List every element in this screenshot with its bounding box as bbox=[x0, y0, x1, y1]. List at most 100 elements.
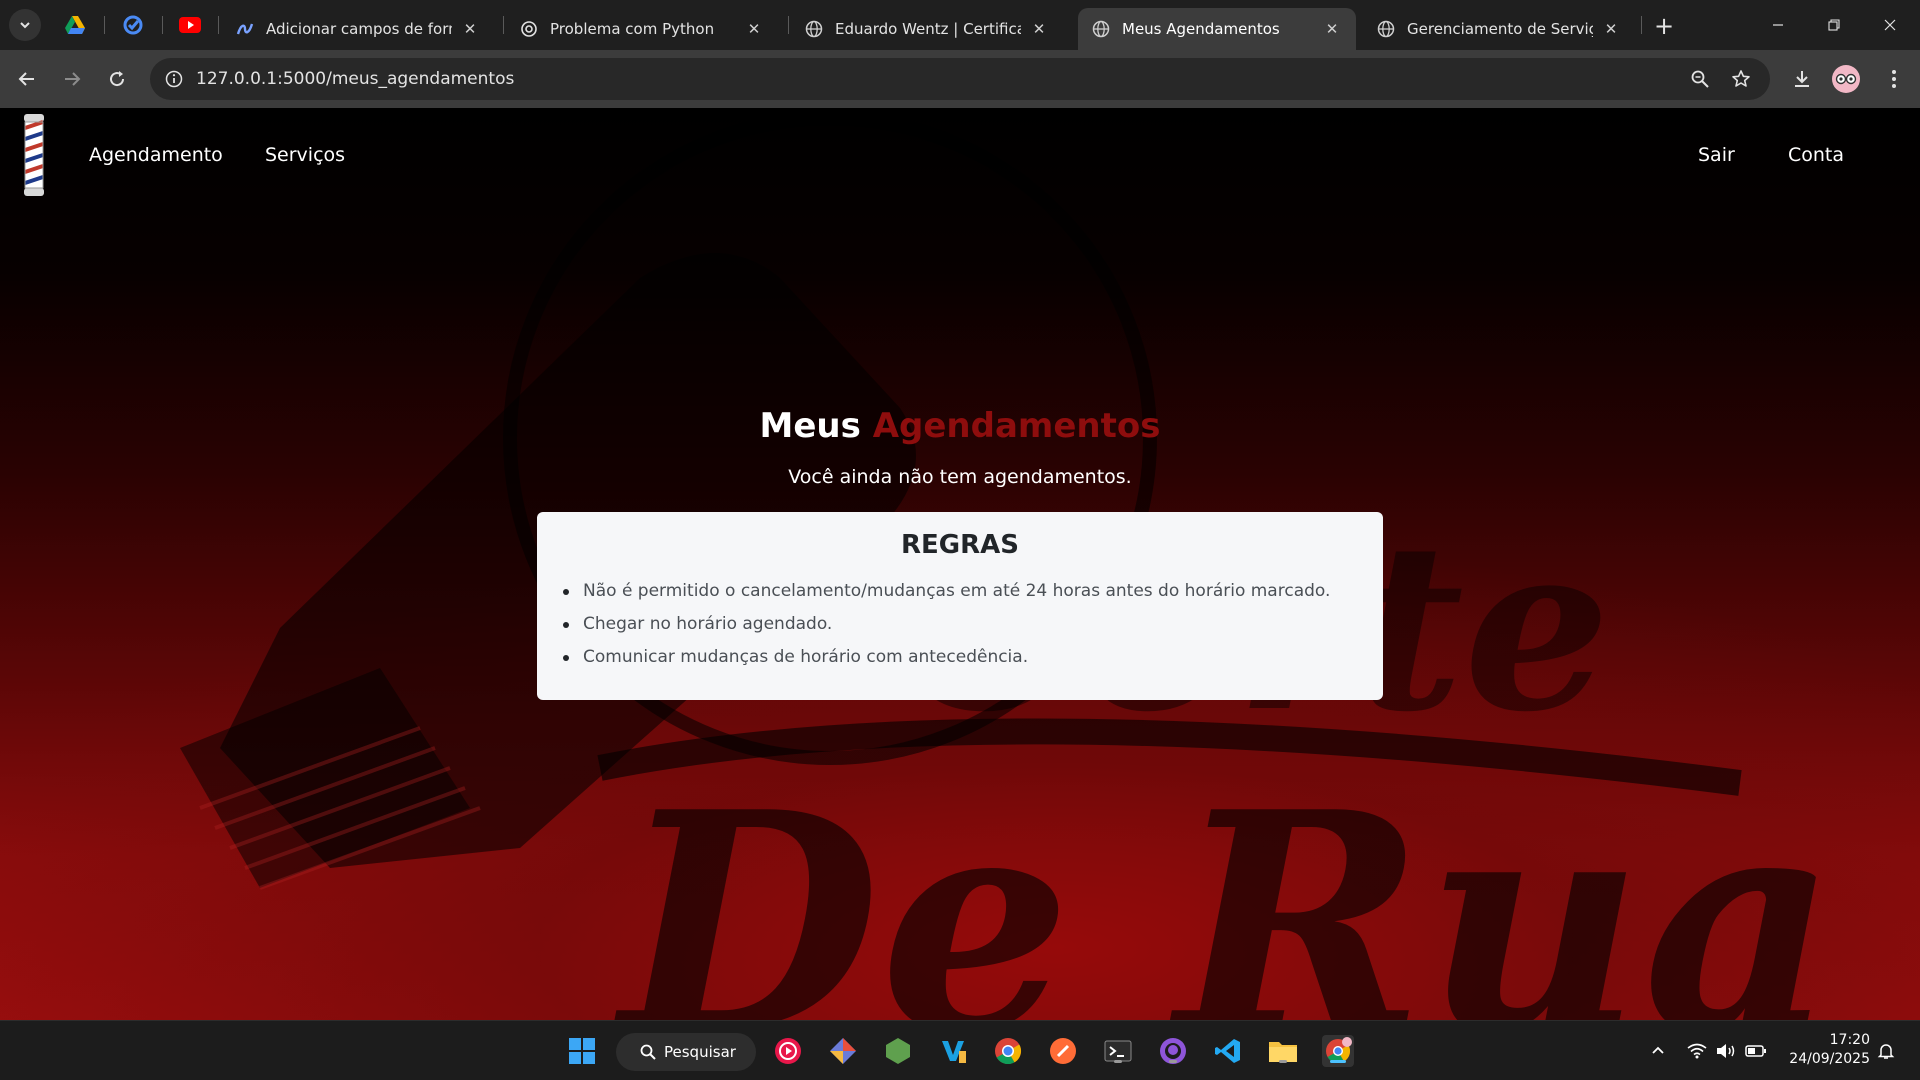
pinned-tab-checker[interactable] bbox=[120, 12, 146, 38]
tab-label: Eduardo Wentz | Certificações bbox=[835, 20, 1021, 38]
tab-separator bbox=[218, 16, 219, 34]
tab-separator bbox=[162, 16, 163, 34]
site-navbar: Agendamento Serviços Sair Conta bbox=[0, 108, 1920, 204]
active-indicator bbox=[1330, 1060, 1346, 1063]
media-player-icon[interactable] bbox=[772, 1035, 804, 1067]
notification-bell-icon[interactable] bbox=[1874, 1039, 1898, 1063]
close-icon[interactable]: ✕ bbox=[1601, 19, 1621, 39]
nav-agendamento-link[interactable]: Agendamento bbox=[89, 144, 223, 166]
battery-icon[interactable] bbox=[1744, 1039, 1768, 1063]
restore-icon bbox=[1828, 19, 1840, 31]
tab-label: Adicionar campos de formulá bbox=[266, 20, 452, 38]
bookmark-star-icon[interactable] bbox=[1729, 67, 1753, 91]
tab-label: Meus Agendamentos bbox=[1122, 20, 1280, 38]
chevron-down-icon bbox=[20, 22, 30, 29]
nodejs-icon[interactable] bbox=[882, 1035, 914, 1067]
chrome-icon[interactable] bbox=[992, 1035, 1024, 1067]
visual-studio-icon[interactable] bbox=[937, 1035, 969, 1067]
github-desktop-icon[interactable] bbox=[1157, 1035, 1189, 1067]
close-icon[interactable]: ✕ bbox=[1029, 19, 1049, 39]
taskbar-search-label: Pesquisar bbox=[664, 1043, 736, 1061]
download-icon bbox=[1795, 71, 1809, 87]
profile-glasses-icon bbox=[1835, 73, 1857, 85]
empty-appointments-message: Você ainda não tem agendamentos. bbox=[788, 466, 1132, 488]
url-text[interactable]: 127.0.0.1:5000/meus_agendamentos bbox=[196, 69, 514, 89]
pinned-tab-youtube[interactable] bbox=[177, 12, 203, 38]
google-chrome-check-icon bbox=[123, 15, 143, 35]
windows-taskbar: Pesquisar 17:20 24/09/2025 bbox=[0, 1020, 1920, 1080]
browser-toolbar: 127.0.0.1:5000/meus_agendamentos bbox=[0, 50, 1920, 108]
minimize-button[interactable] bbox=[1750, 0, 1806, 50]
tab-label: Gerenciamento de Serviços bbox=[1407, 20, 1593, 38]
tab-problema-python[interactable]: Problema com Python ✕ bbox=[506, 8, 778, 50]
new-tab-button[interactable]: + bbox=[1650, 12, 1678, 40]
git-icon[interactable] bbox=[827, 1035, 859, 1067]
clock-date: 24/09/2025 bbox=[1789, 1051, 1870, 1067]
windows-start-icon[interactable] bbox=[566, 1035, 598, 1067]
running-indicator bbox=[1114, 1060, 1122, 1063]
page-viewport: De Rua Corte Agendamento Serviços Sair C… bbox=[0, 108, 1920, 1020]
rules-title: REGRAS bbox=[901, 530, 1019, 560]
barber-pole-logo[interactable] bbox=[18, 112, 50, 198]
nav-sair-link[interactable]: Sair bbox=[1698, 144, 1735, 166]
minimize-icon bbox=[1773, 24, 1783, 26]
rules-list: Não é permitido o cancelamento/mudanças … bbox=[562, 580, 1330, 679]
openai-icon bbox=[520, 20, 538, 38]
tab-label: Problema com Python bbox=[550, 20, 715, 38]
tab-meus-agendamentos[interactable]: Meus Agendamentos ✕ bbox=[1078, 8, 1356, 50]
google-drive-icon bbox=[65, 16, 85, 34]
address-bar[interactable]: 127.0.0.1:5000/meus_agendamentos bbox=[150, 58, 1770, 100]
postman-icon[interactable] bbox=[1047, 1035, 1079, 1067]
tab-separator bbox=[1641, 16, 1642, 34]
volume-icon[interactable] bbox=[1714, 1039, 1738, 1063]
nav-servicos-link[interactable]: Serviços bbox=[265, 144, 345, 166]
nav-conta-link[interactable]: Conta bbox=[1788, 144, 1844, 166]
profile-avatar[interactable] bbox=[1832, 65, 1860, 93]
file-explorer-icon[interactable] bbox=[1267, 1035, 1299, 1067]
running-indicator bbox=[1279, 1060, 1287, 1063]
chrome-profile-icon[interactable] bbox=[1322, 1035, 1354, 1067]
rule-item: Não é permitido o cancelamento/mudanças … bbox=[562, 580, 1330, 613]
vscode-icon[interactable] bbox=[1212, 1035, 1244, 1067]
tab-search-button[interactable] bbox=[9, 9, 41, 41]
globe-icon bbox=[1377, 20, 1395, 38]
rule-item: Chegar no horário agendado. bbox=[562, 613, 1330, 646]
tab-separator bbox=[788, 16, 789, 34]
browser-menu-button[interactable] bbox=[1878, 63, 1910, 95]
tab-eduardo-wentz[interactable]: Eduardo Wentz | Certificações ✕ bbox=[791, 8, 1063, 50]
svg-text:De Rua: De Rua bbox=[611, 746, 1838, 1020]
running-indicator bbox=[1169, 1060, 1177, 1063]
pinned-tab-drive[interactable] bbox=[62, 12, 88, 38]
reload-icon bbox=[110, 71, 125, 87]
tab-separator bbox=[104, 16, 105, 34]
close-icon bbox=[1884, 19, 1896, 31]
more-vertical-icon bbox=[1892, 70, 1896, 88]
browser-tab-strip: Adicionar campos de formulá ✕ Problema c… bbox=[0, 0, 1920, 50]
downloads-button[interactable] bbox=[1786, 63, 1818, 95]
terminal-icon[interactable] bbox=[1102, 1035, 1134, 1067]
arrow-left-icon bbox=[18, 72, 34, 86]
tab-adicionar-campos[interactable]: Adicionar campos de formulá ✕ bbox=[222, 8, 494, 50]
youtube-icon bbox=[179, 17, 201, 33]
close-icon[interactable]: ✕ bbox=[1322, 19, 1342, 39]
wifi-icon[interactable] bbox=[1685, 1039, 1709, 1063]
zoom-icon[interactable] bbox=[1688, 67, 1712, 91]
restore-button[interactable] bbox=[1806, 0, 1862, 50]
close-icon[interactable]: ✕ bbox=[460, 19, 480, 39]
reload-button[interactable] bbox=[101, 63, 133, 95]
close-window-button[interactable] bbox=[1862, 0, 1918, 50]
close-icon[interactable]: ✕ bbox=[744, 19, 764, 39]
globe-icon bbox=[1092, 20, 1110, 38]
page-title: Meus Agendamentos bbox=[0, 406, 1920, 446]
site-info-icon[interactable] bbox=[162, 67, 186, 91]
system-clock[interactable]: 17:20 24/09/2025 bbox=[1784, 1031, 1870, 1069]
chevron-up-icon[interactable] bbox=[1646, 1039, 1670, 1063]
taskbar-search[interactable]: Pesquisar bbox=[616, 1033, 756, 1071]
tab-separator bbox=[503, 16, 504, 34]
page-title-part1: Meus bbox=[759, 406, 861, 446]
back-button[interactable] bbox=[11, 63, 43, 95]
forward-button[interactable] bbox=[56, 63, 88, 95]
globe-icon bbox=[805, 20, 823, 38]
rules-card: REGRAS Não é permitido o cancelamento/mu… bbox=[537, 512, 1383, 700]
tab-gerenciamento-servicos[interactable]: Gerenciamento de Serviços ✕ bbox=[1363, 8, 1635, 50]
